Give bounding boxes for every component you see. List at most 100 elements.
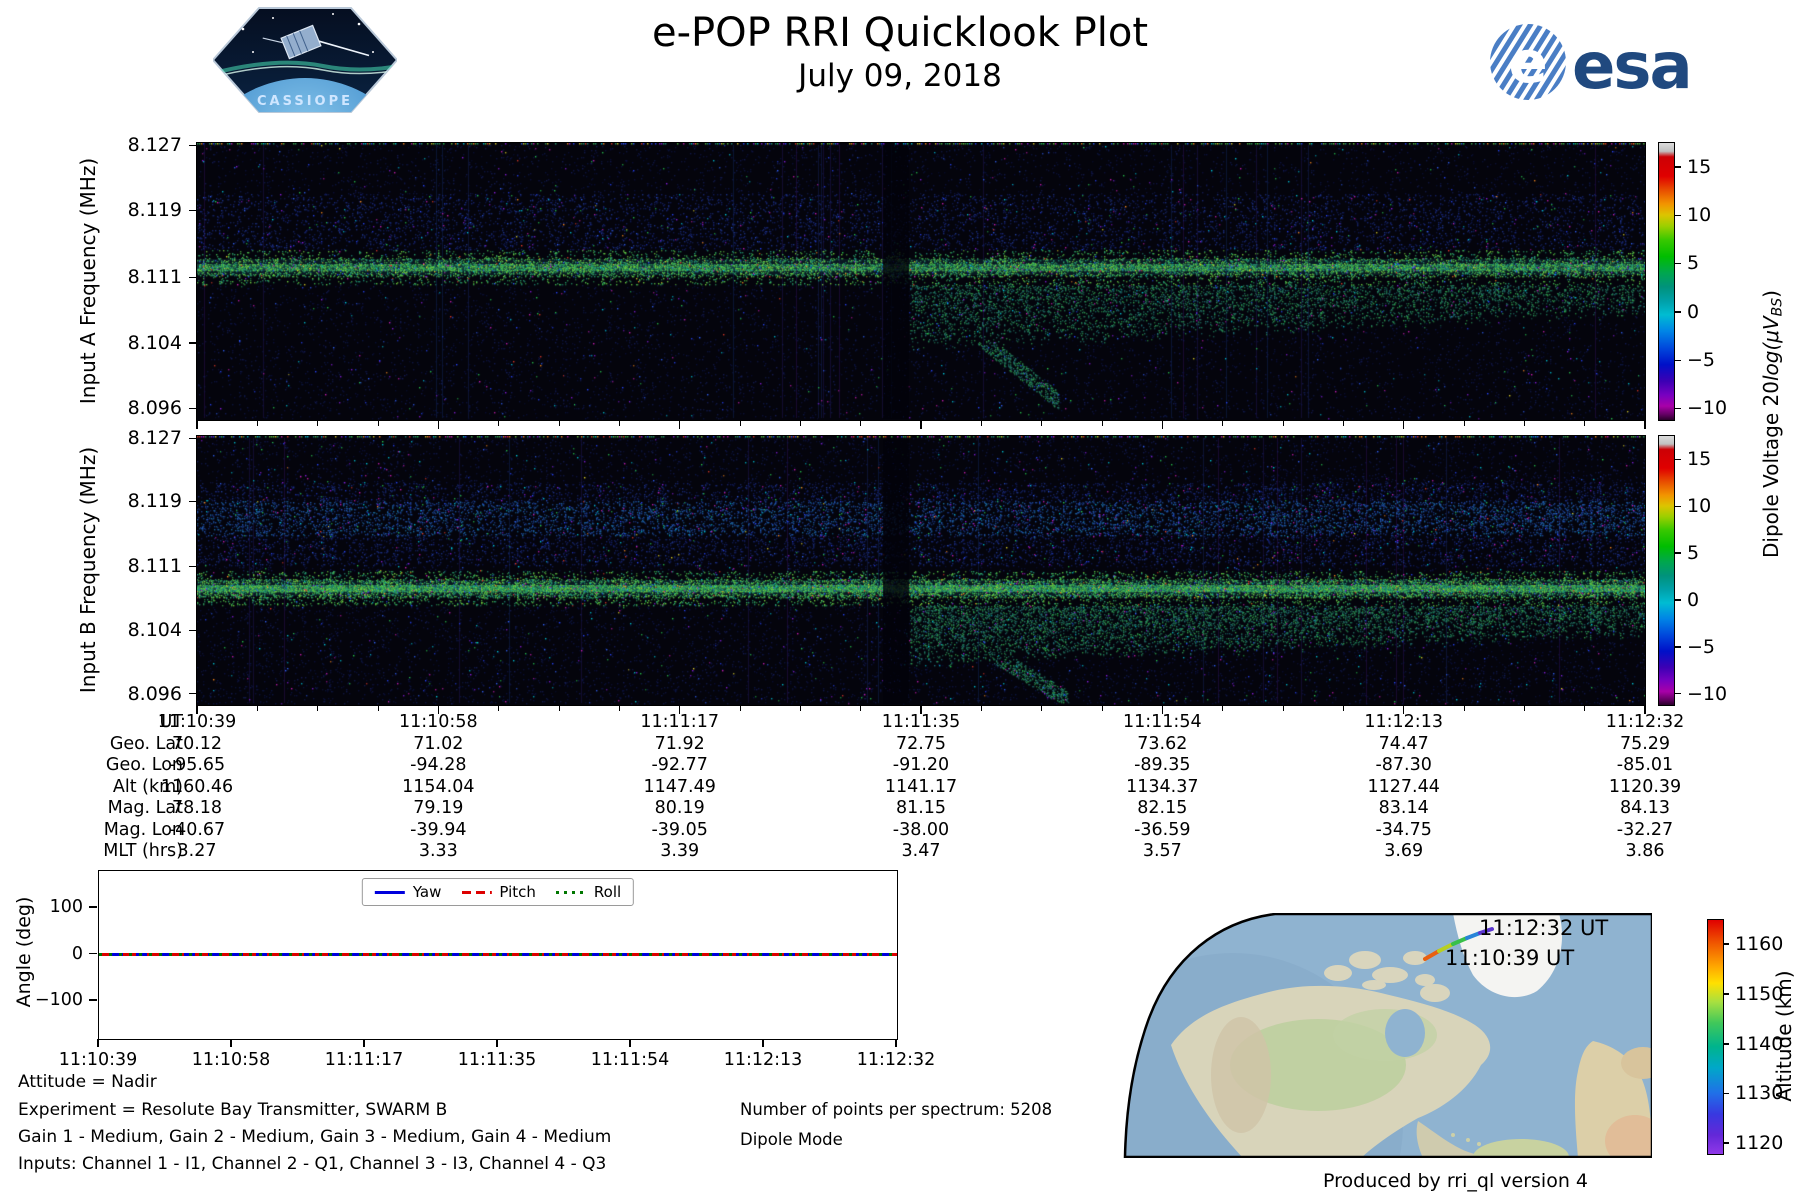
x-minor-tick (980, 421, 982, 426)
altitude-colorbar (1707, 919, 1724, 1155)
legend-item-roll: Roll (555, 883, 621, 901)
attitude-x-tick-label: 11:12:32 (856, 1050, 936, 1070)
x-minor-tick (1584, 706, 1586, 711)
altitude-tick-mark (1723, 993, 1729, 995)
gains-note: Gain 1 - Medium, Gain 2 - Medium, Gain 3… (18, 1127, 612, 1147)
x-minor-tick (1041, 421, 1043, 426)
colorbar-tick-mark (1674, 505, 1681, 507)
attitude-y-tick (89, 952, 97, 955)
ephemeris-cell: -89.35 (1134, 755, 1191, 775)
x-minor-tick (739, 421, 741, 426)
ephemeris-cell: -38.00 (892, 819, 950, 840)
x-minor-tick (317, 421, 319, 426)
ephemeris-cell: 72.75 (895, 733, 947, 754)
attitude-y-tick-label: −100 (34, 990, 83, 1010)
ephemeris-cell: -94.28 (410, 755, 467, 775)
y-tick-mark (189, 276, 197, 279)
y-tick-label: 8.104 (127, 331, 182, 354)
ephemeris-cell: -91.20 (892, 755, 950, 775)
y-tick-mark (189, 209, 197, 212)
colorbar-tick-label: 15 (1687, 156, 1712, 179)
x-major-tick (1161, 421, 1163, 429)
x-minor-tick (1523, 421, 1525, 426)
panel-a-ylabel: Input A Frequency (MHz) (76, 157, 100, 405)
attitude-legend: Yaw Pitch Roll (361, 878, 635, 906)
inputs-note: Inputs: Channel 1 - I1, Channel 2 - Q1, … (18, 1154, 607, 1174)
dipole-voltage-colorbar-label: Dipole Voltage 20log(μVBS) (1758, 290, 1786, 558)
x-minor-tick (1222, 706, 1224, 711)
ephemeris-cell: -36.59 (1134, 819, 1191, 840)
attitude-y-tick (89, 906, 97, 908)
colorbar-tick-label: 5 (1687, 542, 1700, 564)
ephemeris-cell: 11:11:35 (881, 712, 961, 732)
altitude-tick-mark (1723, 1092, 1729, 1095)
colorbar-tick-mark (1674, 407, 1681, 410)
x-minor-tick (860, 421, 862, 426)
mode-note: Dipole Mode (740, 1130, 843, 1149)
ephemeris-cell: -40.67 (168, 819, 226, 840)
ephemeris-cell: 71.92 (654, 733, 705, 754)
patch-mission-name: CASSIOPE (257, 94, 353, 109)
ephemeris-cell: -85.01 (1616, 755, 1674, 775)
legend-label-pitch: Pitch (499, 883, 536, 901)
pitch-line-sample-icon (461, 890, 492, 894)
colorbar-a (1658, 142, 1675, 421)
x-minor-tick (1523, 706, 1525, 711)
x-minor-tick (558, 421, 560, 426)
x-minor-tick (799, 421, 801, 426)
ephemeris-cell: 3.27 (177, 841, 217, 861)
x-major-tick (920, 421, 922, 429)
spectrogram-b-canvas (197, 436, 1645, 705)
colorbar-tick-mark (1674, 214, 1681, 217)
ephemeris-cell: 11:11:54 (1122, 712, 1202, 732)
attitude-x-tick-label: 11:11:54 (590, 1050, 670, 1070)
map-annotation-start: 11:10:39 UT (1445, 946, 1574, 970)
x-minor-tick (1222, 421, 1224, 426)
yaw-line-sample-icon (374, 890, 405, 894)
points-note: Number of points per spectrum: 5208 (740, 1100, 1053, 1119)
attitude-x-tick (230, 1039, 232, 1047)
altitude-colorbar-label: Altitude (km) (1772, 970, 1796, 1102)
ephemeris-cell: 11:11:17 (640, 712, 719, 732)
ground-track-map: 11:12:32 UT 11:10:39 UT (1123, 913, 1652, 1158)
x-minor-tick (256, 421, 258, 426)
attitude-x-tick (895, 1039, 897, 1047)
ephemeris-cell: -87.30 (1375, 755, 1432, 775)
attitude-x-tick (496, 1039, 498, 1047)
roll-line (99, 953, 897, 956)
produced-by-note: Produced by rri_ql version 4 (1323, 1170, 1588, 1192)
ephemeris-cell: 3.47 (901, 841, 941, 861)
ephemeris-cell: -32.27 (1616, 819, 1674, 840)
x-major-tick (196, 421, 198, 429)
experiment-note: Experiment = Resolute Bay Transmitter, S… (18, 1100, 448, 1120)
y-tick-mark (189, 342, 197, 344)
attitude-x-tick-label: 11:11:17 (324, 1050, 404, 1070)
panel-b-ylabel: Input B Frequency (MHz) (76, 446, 100, 694)
colorbar-tick-label: 15 (1687, 448, 1712, 471)
legend-label-yaw: Yaw (412, 883, 442, 901)
attitude-note: Attitude = Nadir (18, 1072, 157, 1092)
ephemeris-cell: 3.33 (418, 841, 458, 861)
colorbar-tick-mark (1674, 646, 1681, 648)
ephemeris-cell: 84.13 (1619, 798, 1671, 818)
colorbar-tick-label: 5 (1687, 252, 1700, 275)
altitude-tick-label: 1160 (1735, 933, 1784, 956)
ephemeris-cell: 1120.39 (1608, 776, 1682, 797)
esa-wordmark: esa (1572, 30, 1691, 104)
x-minor-tick (558, 706, 560, 711)
x-minor-tick (618, 706, 620, 711)
x-minor-tick (618, 421, 620, 426)
ephemeris-cell: 75.29 (1619, 733, 1671, 754)
ephemeris-cell: 3.86 (1625, 841, 1665, 861)
x-minor-tick (739, 706, 741, 711)
x-major-tick (1403, 421, 1405, 429)
ephemeris-cell: 80.19 (654, 798, 705, 818)
x-minor-tick (1463, 706, 1465, 711)
attitude-x-tick (97, 1039, 99, 1047)
ephemeris-cell: 3.57 (1142, 841, 1182, 861)
attitude-plot-frame: Yaw Pitch Roll (98, 870, 898, 1040)
x-minor-tick (256, 706, 258, 711)
y-tick-label: 8.127 (127, 134, 182, 157)
x-minor-tick (377, 421, 379, 426)
x-minor-tick (1282, 706, 1284, 711)
